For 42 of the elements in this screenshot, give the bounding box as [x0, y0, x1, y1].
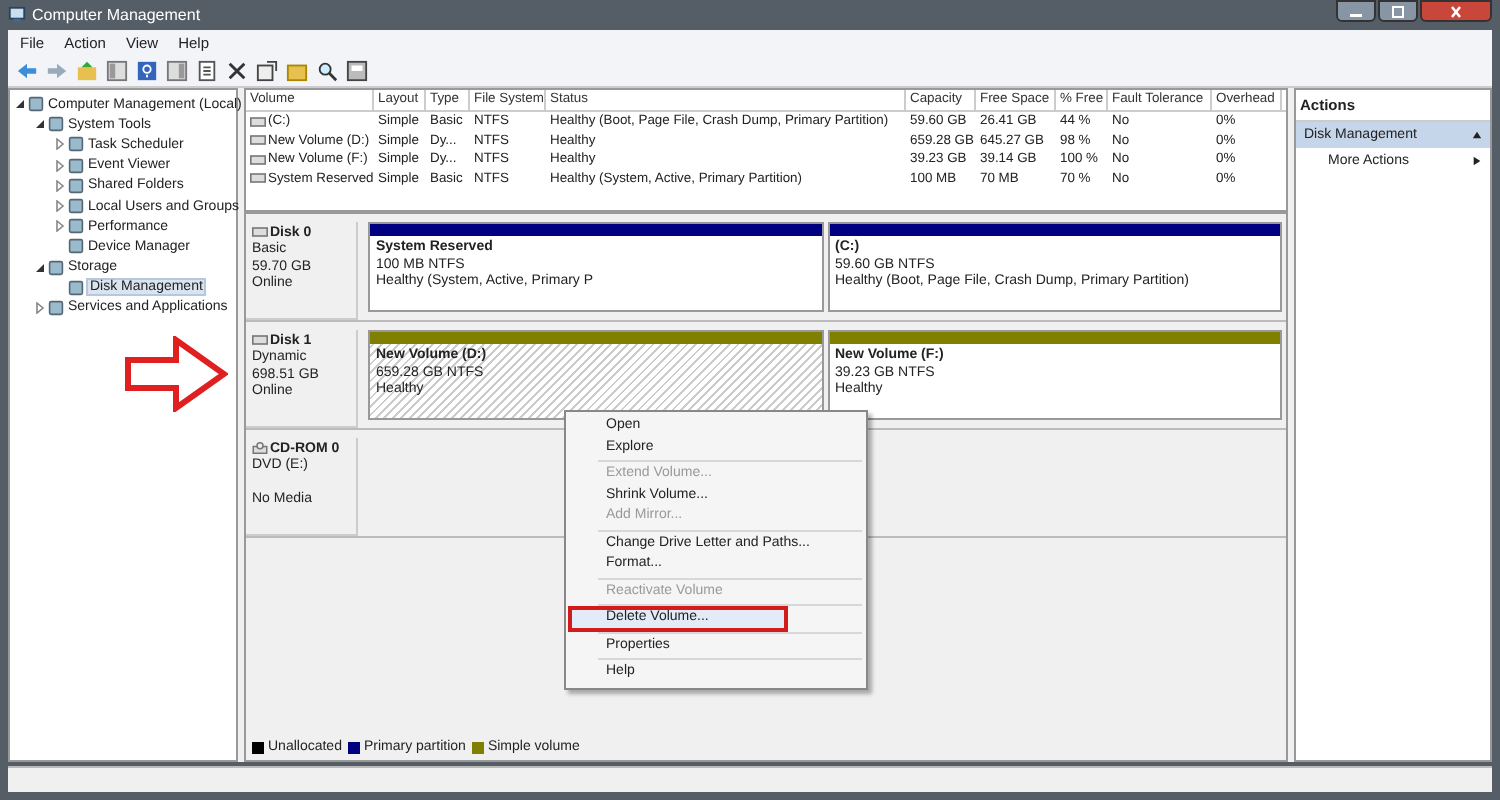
submenu-triangle-icon	[1472, 156, 1482, 166]
folder-icon[interactable]	[286, 59, 308, 81]
maximize-button[interactable]	[1378, 0, 1418, 22]
arrow-icon	[124, 336, 228, 412]
collapse-triangle-icon[interactable]	[14, 98, 26, 111]
window-title: Computer Management	[32, 6, 201, 24]
computer-icon	[8, 6, 26, 24]
expand-triangle-icon[interactable]	[54, 220, 66, 233]
disk-drive-icon	[252, 334, 268, 346]
magnifier-icon[interactable]	[316, 59, 338, 81]
tree-node-icon	[48, 299, 64, 316]
expand-triangle-icon[interactable]	[54, 159, 66, 172]
collapse-triangle-icon[interactable]	[34, 118, 46, 131]
expand-triangle-icon[interactable]	[34, 301, 46, 314]
maximize-icon	[1388, 5, 1408, 17]
tree-node-icon	[68, 279, 84, 296]
document-icon[interactable]	[196, 59, 218, 81]
help-icon[interactable]	[136, 59, 158, 81]
close-button[interactable]	[1420, 0, 1492, 22]
minimize-button[interactable]	[1336, 0, 1376, 22]
tree-node-icon	[68, 238, 84, 255]
tree-node-icon	[68, 177, 84, 194]
tree-node-icon	[28, 96, 44, 113]
panel-icon[interactable]	[166, 59, 188, 81]
panel-icon[interactable]	[106, 59, 128, 81]
back-arrow-icon[interactable]	[16, 59, 38, 81]
expand-triangle-icon[interactable]	[54, 200, 66, 213]
optical-drive-icon	[252, 442, 268, 454]
tree-node-icon	[48, 259, 64, 276]
disk-drive-icon	[252, 226, 268, 238]
close-icon	[1446, 5, 1466, 17]
collapse-triangle-icon[interactable]	[34, 261, 46, 274]
tree-node-icon	[68, 136, 84, 153]
folder-up-icon[interactable]	[76, 59, 98, 81]
expand-triangle-icon[interactable]	[54, 138, 66, 151]
delete-icon[interactable]	[226, 59, 248, 81]
tree-node-icon	[48, 116, 64, 133]
tree-node-icon	[68, 157, 84, 174]
tree-node-icon	[68, 218, 84, 235]
tree-node-icon	[68, 198, 84, 215]
expand-triangle-icon[interactable]	[54, 179, 66, 192]
collapse-triangle-icon	[1472, 130, 1482, 140]
